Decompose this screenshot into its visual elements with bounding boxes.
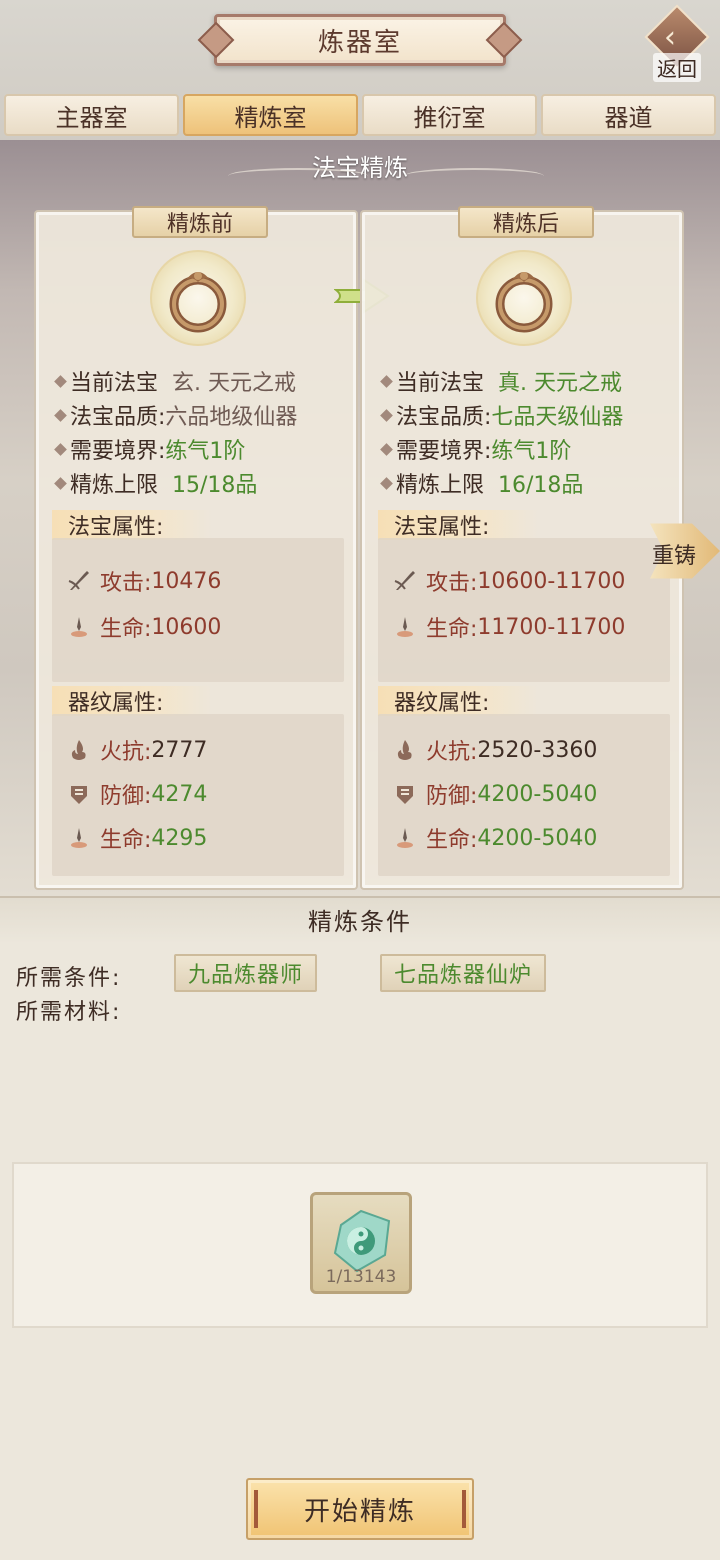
limit-value: 16/18品 — [498, 473, 584, 498]
before-panel: 精炼前 当前法宝 玄. 天元之戒 法宝品质: 六品地级仙器 需要境界: 练气1阶 精炼… — [34, 206, 358, 890]
after-panel-title: 精炼后 — [458, 206, 594, 238]
bullet-icon — [54, 408, 67, 422]
bullet-icon — [54, 442, 67, 456]
quality-value: 七品天级仙器 — [491, 405, 624, 430]
realm-value: 练气1阶 — [491, 439, 572, 464]
tab-refine-room[interactable]: 精炼室 — [183, 94, 358, 136]
tab-main-room[interactable]: 主器室 — [4, 94, 179, 136]
pattern-attr-head: 器纹属性: — [52, 686, 212, 716]
start-refine-button[interactable]: 开始精炼 — [246, 1478, 474, 1540]
realm-label: 需要境界: — [396, 439, 492, 464]
life-label: 生命: — [426, 617, 478, 642]
after-info: 当前法宝 真. 天元之戒 法宝品质: 七品天级仙器 需要境界: 练气1阶 精炼上限 16… — [380, 364, 682, 500]
defense-icon — [392, 781, 418, 807]
current-artifact-value: 真. 天元之戒 — [498, 371, 623, 396]
limit-value: 15/18品 — [172, 473, 258, 498]
life-icon — [66, 614, 92, 640]
cloud-ornament-right — [404, 168, 544, 184]
life-label: 生命: — [100, 617, 152, 642]
attack-icon — [392, 568, 418, 594]
back-button[interactable]: ‹ 返回 — [642, 4, 712, 82]
cloud-ornament-left — [228, 168, 368, 184]
fire-resist-label: 火抗: — [100, 740, 152, 765]
current-artifact-label: 当前法宝 — [396, 371, 485, 396]
back-label: 返回 — [653, 53, 701, 82]
material-count: 1/13143 — [325, 1267, 397, 1287]
attack-value: 10476 — [151, 568, 222, 594]
artifact-attr-head: 法宝属性: — [52, 510, 212, 540]
realm-label: 需要境界: — [70, 439, 166, 464]
current-artifact-label: 当前法宝 — [70, 371, 159, 396]
defense-label: 防御: — [100, 784, 152, 809]
required-materials-label: 所需材料: — [16, 1000, 122, 1025]
attack-icon — [66, 568, 92, 594]
condition-chip-smith: 九品炼器师 — [174, 954, 318, 992]
condition-chip-furnace: 七品炼器仙炉 — [380, 954, 547, 992]
back-arrow-icon: ‹ — [664, 20, 676, 55]
pattern-life-value: 4295 — [151, 825, 208, 851]
quality-value: 六品地级仙器 — [165, 405, 298, 430]
required-conditions-label: 所需条件: — [16, 966, 122, 991]
pattern-life-label: 生命: — [426, 828, 478, 853]
artifact-attr-box: 攻击: 10476 生命: 10600 — [52, 538, 344, 682]
life-icon — [66, 825, 92, 851]
pattern-attr-box: 火抗: 2777 防御: 4274 生命: 4295 — [52, 714, 344, 876]
fire-resist-icon — [392, 737, 418, 763]
artifact-ring-icon[interactable] — [150, 250, 246, 346]
limit-label: 精炼上限 — [70, 473, 159, 498]
pattern-attr-head: 器纹属性: — [378, 686, 538, 716]
before-info: 当前法宝 玄. 天元之戒 法宝品质: 六品地级仙器 需要境界: 练气1阶 精炼上限 15… — [54, 364, 356, 500]
realm-value: 练气1阶 — [165, 439, 246, 464]
attack-value: 10600-11700 — [477, 568, 626, 594]
defense-value: 4274 — [151, 781, 208, 807]
limit-label: 精炼上限 — [396, 473, 485, 498]
tab-derive-room[interactable]: 推衍室 — [362, 94, 537, 136]
fire-resist-value: 2777 — [151, 737, 208, 763]
bullet-icon — [54, 476, 67, 490]
artifact-attr-box: 攻击: 10600-11700 生命: 11700-11700 — [378, 538, 670, 682]
life-value: 11700-11700 — [477, 614, 626, 640]
fire-resist-icon — [66, 737, 92, 763]
life-value: 10600 — [151, 614, 222, 640]
tab-artifact-way[interactable]: 器道 — [541, 94, 716, 136]
pattern-life-value: 4200-5040 — [477, 825, 598, 851]
bullet-icon — [54, 374, 67, 388]
fire-resist-label: 火抗: — [426, 740, 478, 765]
pattern-attr-box: 火抗: 2520-3360 防御: 4200-5040 生命: 4200-504… — [378, 714, 670, 876]
recast-button[interactable]: 重铸 — [650, 508, 720, 594]
bullet-icon — [380, 408, 393, 422]
defense-label: 防御: — [426, 784, 478, 809]
bullet-icon — [380, 374, 393, 388]
attack-label: 攻击: — [426, 571, 478, 596]
artifact-attr-head: 法宝属性: — [378, 510, 538, 540]
tab-bar: 主器室 精炼室 推衍室 器道 — [4, 94, 716, 136]
life-icon — [392, 614, 418, 640]
material-slot[interactable]: 1/13143 — [310, 1192, 412, 1294]
page-title: 炼器室 — [214, 14, 506, 66]
recast-label: 重铸 — [652, 544, 697, 569]
quality-label: 法宝品质: — [396, 405, 492, 430]
bullet-icon — [380, 442, 393, 456]
header: 炼器室 ‹ 返回 — [0, 0, 720, 90]
life-icon — [392, 825, 418, 851]
current-artifact-value: 玄. 天元之戒 — [172, 371, 297, 396]
bullet-icon — [380, 476, 393, 490]
conditions-title: 精炼条件 — [0, 896, 720, 944]
before-panel-title: 精炼前 — [132, 206, 268, 238]
after-panel: 精炼后 当前法宝 真. 天元之戒 法宝品质: 七品天级仙器 需要境界: 练气1阶 精炼… — [360, 206, 684, 890]
fire-resist-value: 2520-3360 — [477, 737, 598, 763]
defense-icon — [66, 781, 92, 807]
pattern-life-label: 生命: — [100, 828, 152, 853]
defense-value: 4200-5040 — [477, 781, 598, 807]
artifact-ring-icon[interactable] — [476, 250, 572, 346]
attack-label: 攻击: — [100, 571, 152, 596]
quality-label: 法宝品质: — [70, 405, 166, 430]
